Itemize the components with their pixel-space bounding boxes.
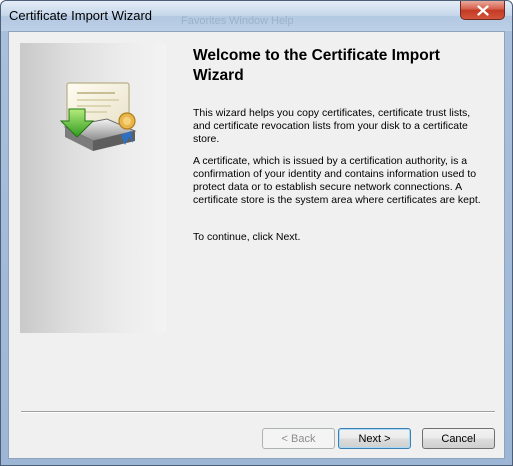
certificate-description-text: A certificate, which is issued by a cert… — [193, 155, 481, 206]
background-menu-window: Window — [229, 15, 269, 27]
wizard-side-panel — [20, 43, 166, 333]
close-button[interactable] — [460, 1, 505, 20]
button-separator — [21, 411, 495, 413]
cancel-button[interactable]: Cancel — [422, 428, 495, 449]
title-bar[interactable]: Certificate Import Wizard Favorites Wind… — [1, 1, 512, 31]
back-button[interactable]: < Back — [262, 428, 335, 449]
background-menu-help: Help — [271, 15, 294, 27]
certificate-import-icon — [59, 82, 137, 151]
wizard-window: Certificate Import Wizard Favorites Wind… — [0, 0, 513, 466]
wizard-intro-text: This wizard helps you copy certificates,… — [193, 107, 471, 145]
wizard-heading: Welcome to the Certificate Import Wizard — [193, 47, 440, 84]
background-menu-favorites: Favorites — [181, 15, 227, 27]
close-icon — [476, 4, 489, 16]
wizard-client-area: Welcome to the Certificate Import Wizard… — [8, 31, 505, 459]
continue-instruction-text: To continue, click Next. — [193, 231, 301, 243]
next-button[interactable]: Next > — [338, 428, 411, 449]
window-title: Certificate Import Wizard — [9, 8, 153, 23]
